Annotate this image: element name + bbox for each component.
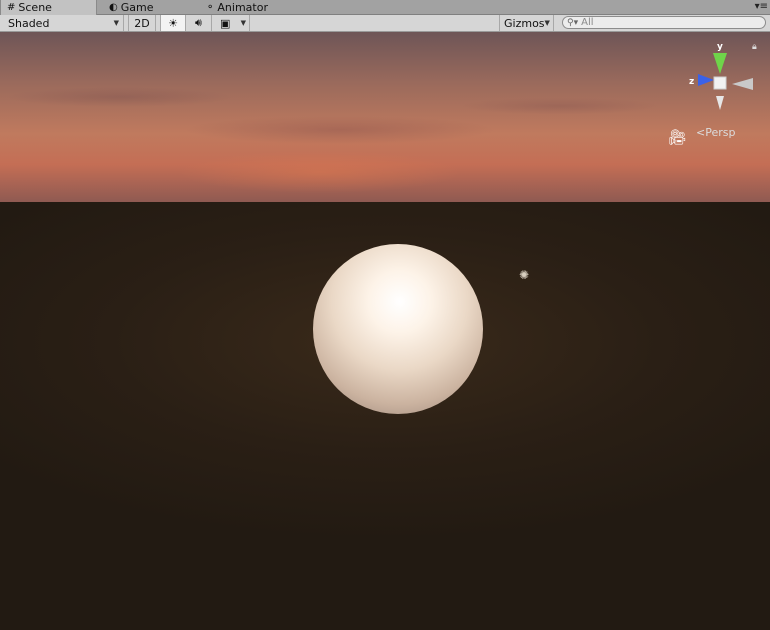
- tab-animator-label: Animator: [217, 1, 268, 14]
- shading-mode-dropdown[interactable]: Shaded ▼: [0, 15, 124, 31]
- projection-label: Persp: [705, 126, 736, 139]
- gizmos-dropdown[interactable]: Gizmos ▼: [499, 15, 554, 31]
- speaker-icon: 🔊︎: [195, 16, 202, 29]
- tab-bar: # Scene ◐ Game ⚬ Animator ▾≡: [0, 0, 770, 15]
- tab-game[interactable]: ◐ Game: [103, 0, 203, 15]
- gizmo-center-cube[interactable]: [713, 76, 727, 90]
- light-source-icon[interactable]: ✺: [519, 268, 529, 282]
- x-axis-cone[interactable]: [732, 78, 753, 90]
- chevron-down-icon: ▼: [544, 19, 550, 27]
- 2d-toggle-label: 2D: [134, 16, 150, 30]
- gizmos-label: Gizmos: [504, 16, 545, 30]
- audio-toggle-button[interactable]: 🔊︎: [186, 15, 212, 31]
- sun-icon: ☀: [168, 16, 178, 30]
- z-axis-label: z: [689, 77, 694, 87]
- camera-icon: 🎥︎: [668, 128, 688, 146]
- panel-menu-icon[interactable]: ▾≡: [755, 1, 768, 12]
- sphere-object[interactable]: [313, 244, 483, 414]
- projection-toggle[interactable]: <Persp: [696, 126, 735, 139]
- y-axis-cone[interactable]: [713, 53, 727, 74]
- search-placeholder: All: [581, 17, 594, 28]
- 2d-toggle-button[interactable]: 2D: [128, 15, 156, 31]
- image-icon: ▣: [220, 16, 231, 30]
- effects-dropdown[interactable]: ▣ ▼: [214, 15, 250, 31]
- shading-mode-label: Shaded: [8, 16, 50, 30]
- neg-y-axis-cone[interactable]: [716, 96, 724, 110]
- scene-toolbar: Shaded ▼ 2D ☀ 🔊︎ ▣ ▼ Gizmos ▼ ⚲▾ All: [0, 15, 770, 32]
- orientation-gizmo[interactable]: y z: [680, 40, 770, 120]
- tab-game-label: Game: [120, 1, 154, 14]
- chevron-down-icon: ▼: [240, 19, 246, 27]
- lock-icon[interactable]: 🔒︎: [752, 42, 757, 52]
- search-icon: ⚲▾: [567, 17, 579, 28]
- tab-animator[interactable]: ⚬ Animator: [200, 0, 320, 15]
- y-axis-label: y: [717, 42, 723, 52]
- chevron-down-icon: ▼: [113, 19, 119, 27]
- animator-icon: ⚬: [206, 1, 215, 13]
- tab-scene-label: Scene: [18, 1, 52, 14]
- lighting-toggle-button[interactable]: ☀: [160, 15, 186, 31]
- search-input[interactable]: ⚲▾ All: [562, 16, 766, 29]
- scene-viewport[interactable]: ✺: [0, 32, 770, 630]
- skybox: [0, 32, 770, 202]
- tab-scene[interactable]: # Scene: [0, 0, 97, 15]
- persp-chevron-icon: <: [696, 126, 706, 139]
- hash-icon: #: [7, 1, 16, 13]
- z-axis-cone[interactable]: [698, 74, 714, 86]
- pacman-icon: ◐: [109, 1, 118, 13]
